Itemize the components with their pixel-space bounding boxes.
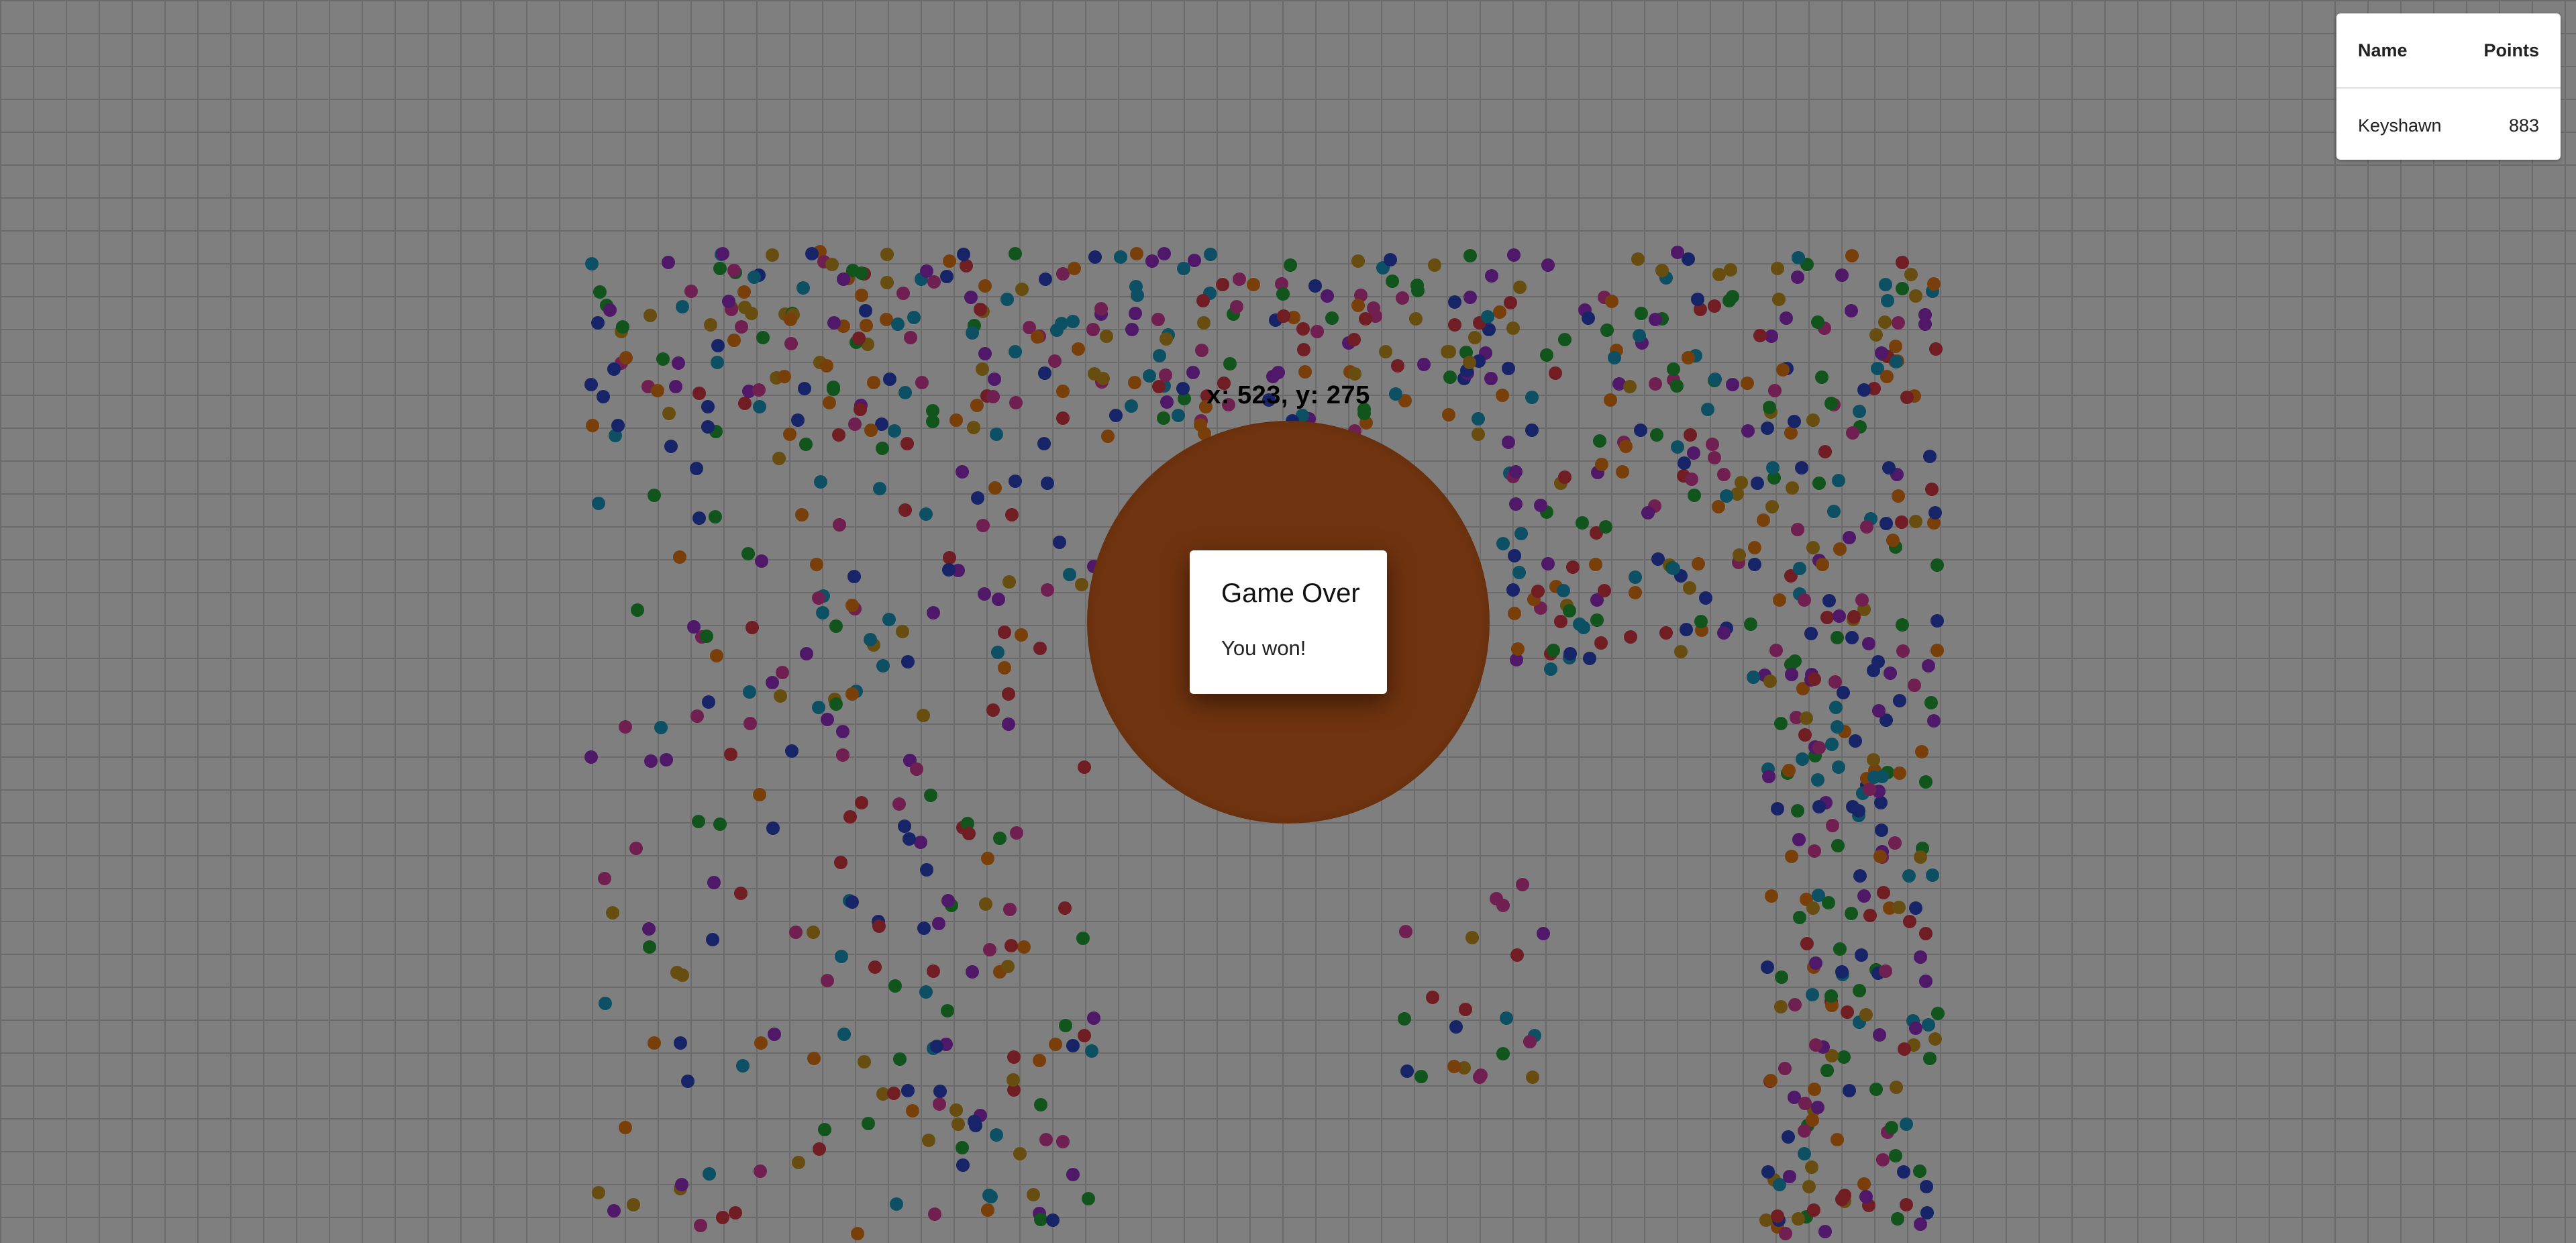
game-over-dialog: Game Over You won! [1190,550,1387,694]
leaderboard-player-points: 883 [2508,115,2539,136]
leaderboard-name-header: Name [2358,40,2408,60]
leaderboard-row: Keyshawn 883 [2336,89,2561,160]
dialog-title: Game Over [1221,579,1360,608]
leaderboard-points-header: Points [2483,40,2539,60]
leaderboard-player-name: Keyshawn [2358,115,2442,136]
dialog-message: You won! [1221,636,1306,660]
leaderboard: Name Points Keyshawn 883 [2336,13,2561,160]
leaderboard-header: Name Points [2336,13,2561,89]
game-canvas[interactable]: x: 523, y: 275 Name Points Keyshawn 883 … [0,0,2576,1243]
